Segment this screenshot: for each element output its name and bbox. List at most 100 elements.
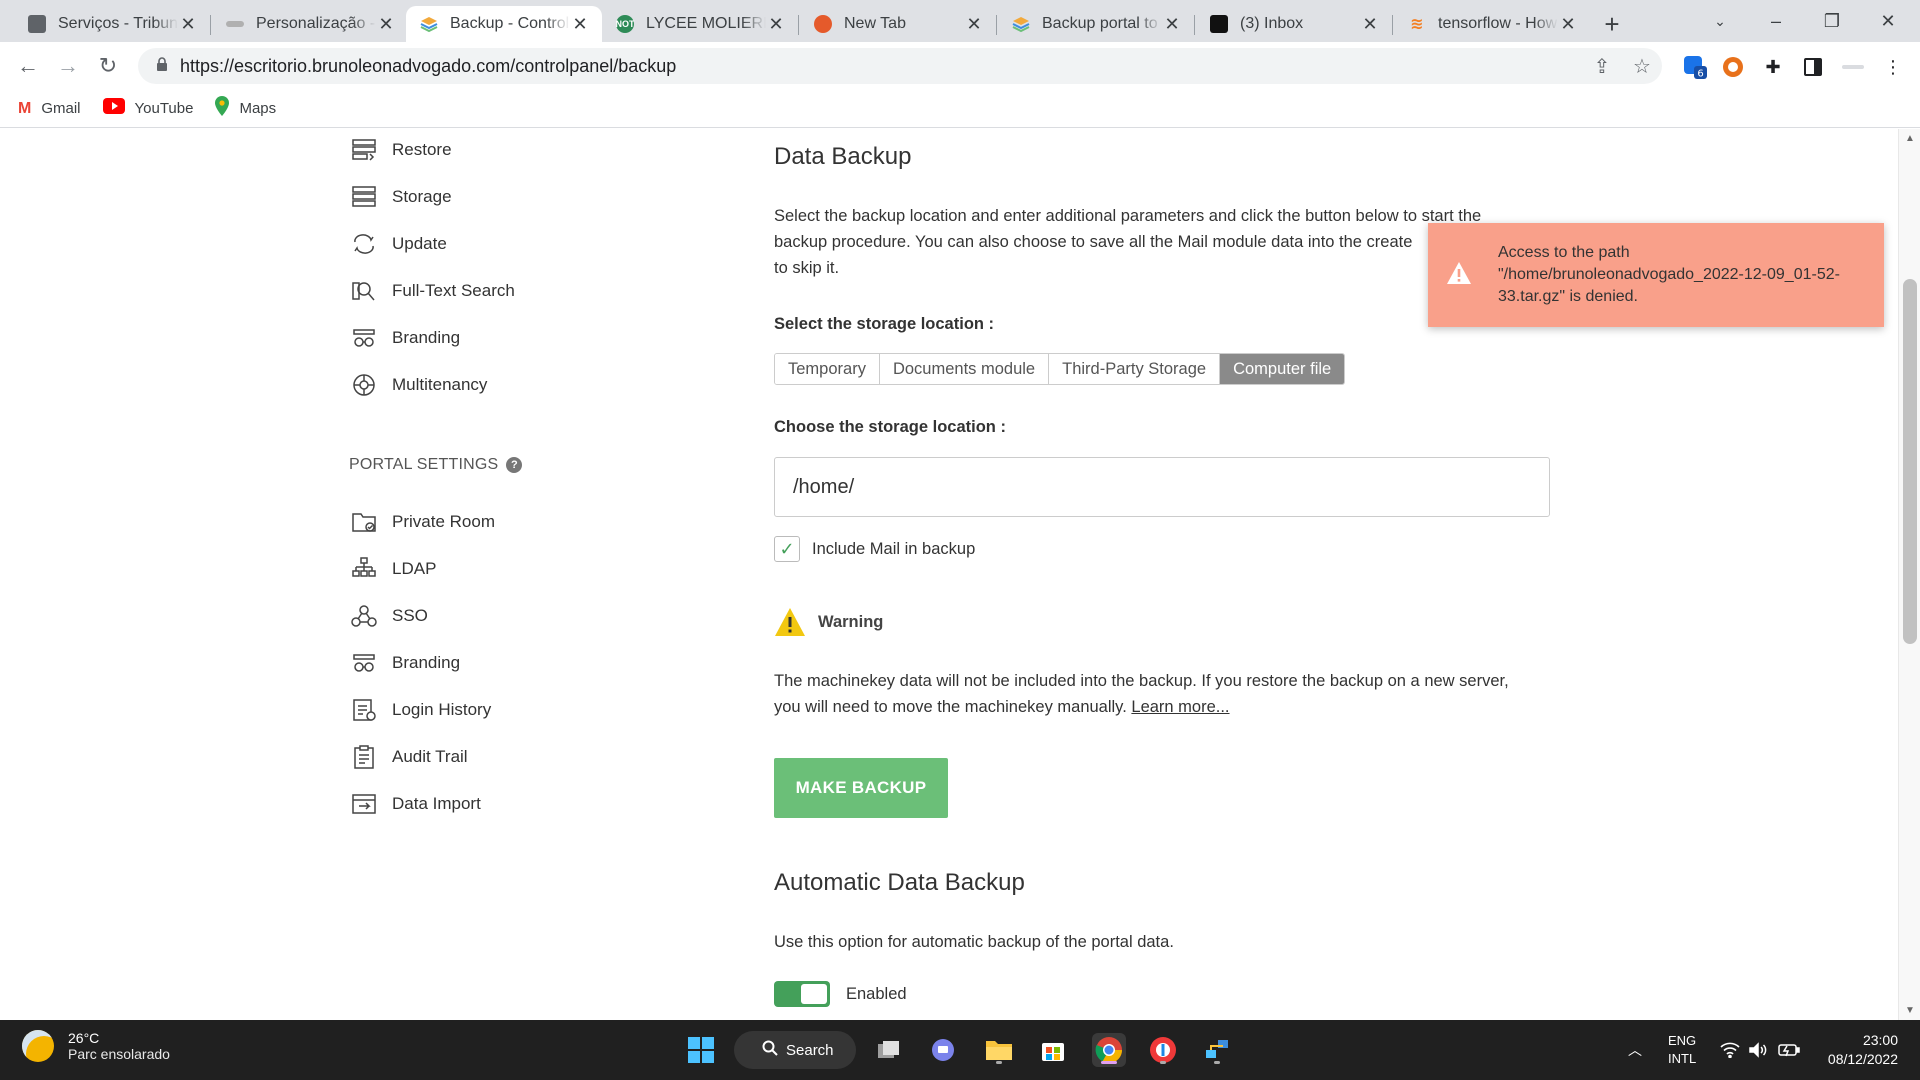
full-text-search-icon <box>350 279 378 303</box>
close-tab-icon[interactable]: ✕ <box>178 14 198 35</box>
sidebar-item-branding[interactable]: Branding <box>350 322 460 354</box>
close-tab-icon[interactable]: ✕ <box>570 14 590 35</box>
choose-location-label: Choose the storage location : <box>774 418 1006 436</box>
close-tab-icon[interactable]: ✕ <box>376 14 396 35</box>
include-mail-checkbox[interactable]: ✓ <box>774 536 800 562</box>
weather-widget[interactable]: 26°C Parc ensolarado <box>22 1030 170 1062</box>
network-app-taskbar-icon[interactable] <box>1200 1033 1234 1067</box>
tab-new-tab[interactable]: New Tab ✕ <box>800 6 996 42</box>
extensions-puzzle-icon[interactable]: ✚ <box>1760 54 1786 80</box>
vivaldi-taskbar-icon[interactable] <box>1146 1033 1180 1067</box>
bookmark-youtube[interactable]: YouTube <box>102 98 193 119</box>
private-room-icon <box>350 510 378 534</box>
tab-search-chevron-icon[interactable]: ⌄ <box>1692 0 1748 42</box>
reload-icon[interactable]: ↻ <box>92 50 124 82</box>
lock-icon[interactable] <box>144 56 180 76</box>
close-tab-icon[interactable]: ✕ <box>1360 14 1380 35</box>
warning-icon <box>774 607 806 637</box>
browser-toolbar: ← → ↻ https://escritorio.brunoleonadvoga… <box>0 42 1920 90</box>
tab-favicon-icon <box>420 15 438 33</box>
data-backup-title: Data Backup <box>774 143 912 170</box>
volume-icon[interactable] <box>1748 1020 1768 1080</box>
teams-chat-icon[interactable] <box>926 1033 960 1067</box>
bookmark-star-icon[interactable]: ☆ <box>1622 54 1662 79</box>
close-tab-icon[interactable]: ✕ <box>964 14 984 35</box>
storage-option-documents-module[interactable]: Documents module <box>879 354 1050 384</box>
warning-text: The machinekey data will not be included… <box>774 672 1509 716</box>
forward-icon[interactable]: → <box>52 50 84 82</box>
learn-more-link[interactable]: Learn more... <box>1131 698 1229 716</box>
sidebar-item-storage[interactable]: Storage <box>350 181 452 213</box>
storage-location-selector: Temporary Documents module Third-Party S… <box>774 353 1346 385</box>
sidebar-item-data-import[interactable]: Data Import <box>350 788 481 820</box>
ldap-icon <box>350 557 378 581</box>
tab-servicos[interactable]: Serviços - Tribuna ✕ <box>14 6 210 42</box>
tray-overflow-icon[interactable]: ︿ <box>1628 1020 1642 1080</box>
bookmark-gmail[interactable]: M Gmail <box>18 100 81 118</box>
start-button[interactable] <box>684 1033 718 1067</box>
include-mail-row: ✓ Include Mail in backup <box>774 536 975 562</box>
sidebar-item-restore[interactable]: Restore <box>350 134 452 166</box>
bookmarks-bar: M Gmail YouTube Maps <box>0 90 1920 128</box>
url-text[interactable]: https://escritorio.brunoleonadvogado.com… <box>180 56 1582 77</box>
chrome-menu-icon[interactable]: ⋮ <box>1880 54 1906 80</box>
side-panel-icon[interactable] <box>1800 54 1826 80</box>
tab-backup-portal[interactable]: Backup portal to ✕ <box>998 6 1194 42</box>
close-tab-icon[interactable]: ✕ <box>1558 14 1578 35</box>
sidebar-item-audit-trail[interactable]: Audit Trail <box>350 741 468 773</box>
toast-message: Access to the path "/home/brunoleonadvog… <box>1498 244 1840 305</box>
extension-orange-icon[interactable] <box>1720 54 1746 80</box>
minimize-icon[interactable]: – <box>1748 0 1804 42</box>
sidebar-item-update[interactable]: Update <box>350 228 447 260</box>
restore-icon <box>350 138 378 162</box>
tab-inbox[interactable]: (3) Inbox ✕ <box>1196 6 1392 42</box>
storage-icon <box>350 185 378 209</box>
new-tab-button[interactable]: + <box>1596 8 1628 40</box>
storage-option-computer-file[interactable]: Computer file <box>1220 354 1345 384</box>
tab-tensorflow[interactable]: ≋ tensorflow - How ✕ <box>1394 6 1590 42</box>
microsoft-store-icon[interactable] <box>1036 1033 1070 1067</box>
battery-icon[interactable] <box>1778 1020 1800 1080</box>
bookmark-maps[interactable]: Maps <box>215 96 276 121</box>
tab-favicon-icon <box>226 21 244 27</box>
close-tab-icon[interactable]: ✕ <box>1162 14 1182 35</box>
sidebar-item-sso[interactable]: SSO <box>350 600 428 632</box>
address-bar[interactable]: https://escritorio.brunoleonadvogado.com… <box>138 48 1662 84</box>
share-icon[interactable]: ⇪ <box>1582 54 1622 79</box>
tab-backup-control[interactable]: Backup - Control ✕ <box>406 6 602 42</box>
automatic-backup-toggle[interactable] <box>774 981 830 1007</box>
page-scrollbar[interactable]: ▲ ▼ <box>1898 129 1920 1020</box>
storage-path-input[interactable]: /home/ <box>774 457 1550 517</box>
help-icon[interactable]: ? <box>506 457 523 473</box>
input-language[interactable]: ENG INTL <box>1668 1020 1696 1080</box>
wifi-icon[interactable] <box>1720 1020 1740 1080</box>
sidebar-item-login-history[interactable]: Login History <box>350 694 491 726</box>
sidebar-item-branding-portal[interactable]: Branding <box>350 647 460 679</box>
back-icon[interactable]: ← <box>12 50 44 82</box>
close-window-icon[interactable]: ✕ <box>1860 0 1916 42</box>
sidebar-item-private-room[interactable]: Private Room <box>350 506 495 538</box>
close-tab-icon[interactable]: ✕ <box>766 14 786 35</box>
chrome-taskbar-icon[interactable] <box>1092 1033 1126 1067</box>
scrollbar-thumb[interactable] <box>1903 279 1917 644</box>
error-toast[interactable]: Access to the path "/home/brunoleonadvog… <box>1428 223 1884 327</box>
storage-option-third-party-storage[interactable]: Third-Party Storage <box>1049 354 1221 384</box>
clock[interactable]: 23:00 08/12/2022 <box>1818 1020 1898 1080</box>
tab-personalizacao[interactable]: Personalização - E ✕ <box>212 6 408 42</box>
extension-blue-icon[interactable]: 6 <box>1682 54 1708 80</box>
profile-avatar[interactable] <box>1840 54 1866 80</box>
scroll-down-icon[interactable]: ▼ <box>1905 1005 1915 1016</box>
tab-lycee-moliere[interactable]: NOT LYCEE MOLIERE R ✕ <box>602 6 798 42</box>
make-backup-button[interactable]: MAKE BACKUP <box>774 758 948 818</box>
scroll-up-icon[interactable]: ▲ <box>1905 133 1915 144</box>
sidebar-item-full-text-search[interactable]: Full-Text Search <box>350 275 515 307</box>
restore-window-icon[interactable]: ❐ <box>1804 0 1860 42</box>
storage-option-temporary[interactable]: Temporary <box>775 354 880 384</box>
taskbar-search[interactable]: Search <box>734 1031 856 1069</box>
sidebar-item-ldap[interactable]: LDAP <box>350 553 436 585</box>
sidebar-item-multitenancy[interactable]: Multitenancy <box>350 369 487 401</box>
audit-trail-icon <box>350 745 378 769</box>
task-view-icon[interactable] <box>872 1033 906 1067</box>
file-explorer-icon[interactable] <box>982 1033 1016 1067</box>
automatic-backup-toggle-row: Enabled <box>774 981 907 1007</box>
